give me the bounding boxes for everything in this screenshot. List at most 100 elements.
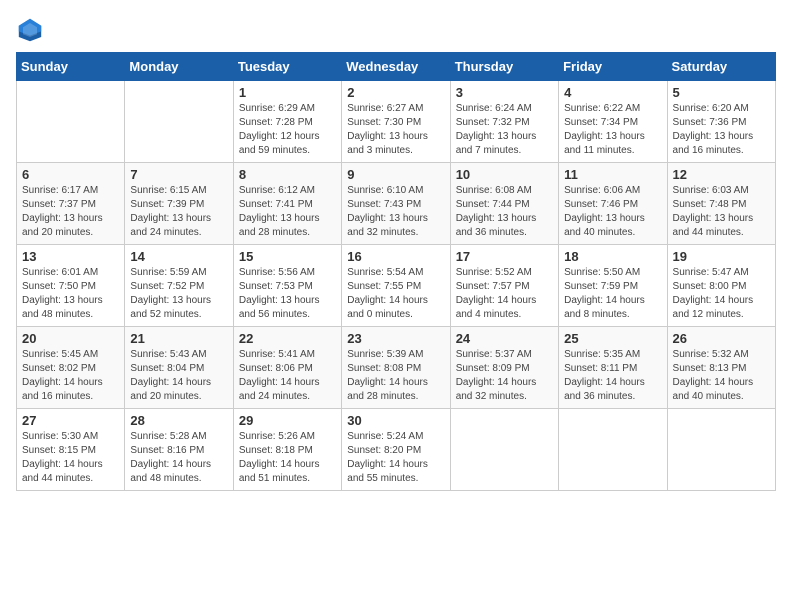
day-number: 25	[564, 331, 661, 346]
day-detail: Sunrise: 5:24 AM Sunset: 8:20 PM Dayligh…	[347, 430, 444, 486]
calendar-cell: 17Sunrise: 5:52 AM Sunset: 7:57 PM Dayli…	[450, 245, 558, 327]
day-header-monday: Monday	[125, 53, 233, 81]
calendar-cell: 23 Sunrise: 5:39 AM Sunset: 8:08 PM Dayli…	[342, 327, 450, 409]
day-number: 7	[130, 167, 227, 182]
day-detail: Sunrise: 6:24 AM Sunset: 7:32 PM Dayligh…	[456, 102, 553, 158]
calendar-cell: 16 Sunrise: 5:54 AM Sunset: 7:55 PM Dayli…	[342, 245, 450, 327]
calendar-cell: 1Sunrise: 6:29 AM Sunset: 7:28 PM Daylig…	[233, 81, 341, 163]
calendar-cell: 4 Sunrise: 6:22 AM Sunset: 7:34 PM Daylig…	[559, 81, 667, 163]
day-detail: Sunrise: 6:27 AM Sunset: 7:30 PM Dayligh…	[347, 102, 444, 158]
calendar-cell: 24 Sunrise: 5:37 AM Sunset: 8:09 PM Dayli…	[450, 327, 558, 409]
calendar-week-2: 6 Sunrise: 6:17 AM Sunset: 7:37 PM Daylig…	[17, 163, 776, 245]
day-detail: Sunrise: 6:08 AM Sunset: 7:44 PM Dayligh…	[456, 184, 553, 240]
day-detail: Sunrise: 5:47 AM Sunset: 8:00 PM Dayligh…	[673, 266, 770, 322]
day-number: 29	[239, 413, 336, 428]
day-detail: Sunrise: 6:01 AM Sunset: 7:50 PM Dayligh…	[22, 266, 119, 322]
calendar-cell: 22 Sunrise: 5:41 AM Sunset: 8:06 PM Dayli…	[233, 327, 341, 409]
day-detail: Sunrise: 5:56 AM Sunset: 7:53 PM Dayligh…	[239, 266, 336, 322]
day-detail: Sunrise: 5:54 AM Sunset: 7:55 PM Dayligh…	[347, 266, 444, 322]
calendar-cell: 2 Sunrise: 6:27 AM Sunset: 7:30 PM Daylig…	[342, 81, 450, 163]
calendar-week-1: 1Sunrise: 6:29 AM Sunset: 7:28 PM Daylig…	[17, 81, 776, 163]
day-number: 22	[239, 331, 336, 346]
day-number: 26	[673, 331, 770, 346]
day-detail: Sunrise: 5:59 AM Sunset: 7:52 PM Dayligh…	[130, 266, 227, 322]
calendar-cell: 25 Sunrise: 5:35 AM Sunset: 8:11 PM Dayli…	[559, 327, 667, 409]
calendar-cell: 15 Sunrise: 5:56 AM Sunset: 7:53 PM Dayli…	[233, 245, 341, 327]
day-number: 10	[456, 167, 553, 182]
day-header-tuesday: Tuesday	[233, 53, 341, 81]
calendar-cell: 30 Sunrise: 5:24 AM Sunset: 8:20 PM Dayli…	[342, 409, 450, 491]
day-detail: Sunrise: 5:41 AM Sunset: 8:06 PM Dayligh…	[239, 348, 336, 404]
calendar-header-row: SundayMondayTuesdayWednesdayThursdayFrid…	[17, 53, 776, 81]
day-number: 1	[239, 85, 336, 100]
day-number: 5	[673, 85, 770, 100]
day-number: 2	[347, 85, 444, 100]
calendar-cell: 10 Sunrise: 6:08 AM Sunset: 7:44 PM Dayli…	[450, 163, 558, 245]
calendar-cell: 5 Sunrise: 6:20 AM Sunset: 7:36 PM Daylig…	[667, 81, 775, 163]
day-number: 21	[130, 331, 227, 346]
calendar-cell: 20 Sunrise: 5:45 AM Sunset: 8:02 PM Dayli…	[17, 327, 125, 409]
day-number: 20	[22, 331, 119, 346]
calendar-cell: 7 Sunrise: 6:15 AM Sunset: 7:39 PM Daylig…	[125, 163, 233, 245]
calendar-cell: 29 Sunrise: 5:26 AM Sunset: 8:18 PM Dayli…	[233, 409, 341, 491]
day-number: 4	[564, 85, 661, 100]
day-number: 15	[239, 249, 336, 264]
calendar-cell: 27 Sunrise: 5:30 AM Sunset: 8:15 PM Dayli…	[17, 409, 125, 491]
calendar-cell: 21Sunrise: 5:43 AM Sunset: 8:04 PM Dayli…	[125, 327, 233, 409]
calendar-cell: 26 Sunrise: 5:32 AM Sunset: 8:13 PM Dayli…	[667, 327, 775, 409]
day-detail: Sunrise: 5:26 AM Sunset: 8:18 PM Dayligh…	[239, 430, 336, 486]
calendar-cell: 11 Sunrise: 6:06 AM Sunset: 7:46 PM Dayli…	[559, 163, 667, 245]
calendar-cell: 9Sunrise: 6:10 AM Sunset: 7:43 PM Daylig…	[342, 163, 450, 245]
day-detail: Sunrise: 5:45 AM Sunset: 8:02 PM Dayligh…	[22, 348, 119, 404]
calendar-cell: 18 Sunrise: 5:50 AM Sunset: 7:59 PM Dayli…	[559, 245, 667, 327]
day-detail: Sunrise: 5:30 AM Sunset: 8:15 PM Dayligh…	[22, 430, 119, 486]
day-number: 19	[673, 249, 770, 264]
page-header	[16, 16, 776, 44]
day-detail: Sunrise: 6:22 AM Sunset: 7:34 PM Dayligh…	[564, 102, 661, 158]
day-number: 24	[456, 331, 553, 346]
logo-icon	[16, 16, 44, 44]
day-detail: Sunrise: 5:32 AM Sunset: 8:13 PM Dayligh…	[673, 348, 770, 404]
calendar-cell: 8Sunrise: 6:12 AM Sunset: 7:41 PM Daylig…	[233, 163, 341, 245]
day-number: 27	[22, 413, 119, 428]
day-number: 14	[130, 249, 227, 264]
calendar-cell	[450, 409, 558, 491]
day-number: 3	[456, 85, 553, 100]
calendar-cell: 14 Sunrise: 5:59 AM Sunset: 7:52 PM Dayli…	[125, 245, 233, 327]
day-header-sunday: Sunday	[17, 53, 125, 81]
calendar-cell	[667, 409, 775, 491]
calendar-week-3: 13 Sunrise: 6:01 AM Sunset: 7:50 PM Dayli…	[17, 245, 776, 327]
calendar-cell	[17, 81, 125, 163]
day-number: 13	[22, 249, 119, 264]
day-detail: Sunrise: 5:35 AM Sunset: 8:11 PM Dayligh…	[564, 348, 661, 404]
calendar-cell: 19 Sunrise: 5:47 AM Sunset: 8:00 PM Dayli…	[667, 245, 775, 327]
day-number: 16	[347, 249, 444, 264]
day-number: 28	[130, 413, 227, 428]
day-header-saturday: Saturday	[667, 53, 775, 81]
day-header-friday: Friday	[559, 53, 667, 81]
day-number: 18	[564, 249, 661, 264]
calendar-week-5: 27 Sunrise: 5:30 AM Sunset: 8:15 PM Dayli…	[17, 409, 776, 491]
day-detail: Sunrise: 6:10 AM Sunset: 7:43 PM Dayligh…	[347, 184, 444, 240]
day-detail: Sunrise: 6:15 AM Sunset: 7:39 PM Dayligh…	[130, 184, 227, 240]
day-detail: Sunrise: 5:50 AM Sunset: 7:59 PM Dayligh…	[564, 266, 661, 322]
day-detail: Sunrise: 6:12 AM Sunset: 7:41 PM Dayligh…	[239, 184, 336, 240]
day-number: 12	[673, 167, 770, 182]
day-detail: Sunrise: 5:39 AM Sunset: 8:08 PM Dayligh…	[347, 348, 444, 404]
day-detail: Sunrise: 6:06 AM Sunset: 7:46 PM Dayligh…	[564, 184, 661, 240]
day-number: 23	[347, 331, 444, 346]
day-detail: Sunrise: 5:52 AM Sunset: 7:57 PM Dayligh…	[456, 266, 553, 322]
calendar-week-4: 20 Sunrise: 5:45 AM Sunset: 8:02 PM Dayli…	[17, 327, 776, 409]
logo	[16, 16, 48, 44]
calendar-cell: 13 Sunrise: 6:01 AM Sunset: 7:50 PM Dayli…	[17, 245, 125, 327]
day-detail: Sunrise: 6:17 AM Sunset: 7:37 PM Dayligh…	[22, 184, 119, 240]
day-header-thursday: Thursday	[450, 53, 558, 81]
calendar-cell: 12Sunrise: 6:03 AM Sunset: 7:48 PM Dayli…	[667, 163, 775, 245]
day-number: 6	[22, 167, 119, 182]
day-number: 30	[347, 413, 444, 428]
calendar-table: SundayMondayTuesdayWednesdayThursdayFrid…	[16, 52, 776, 491]
day-detail: Sunrise: 5:37 AM Sunset: 8:09 PM Dayligh…	[456, 348, 553, 404]
day-number: 11	[564, 167, 661, 182]
day-detail: Sunrise: 5:28 AM Sunset: 8:16 PM Dayligh…	[130, 430, 227, 486]
day-detail: Sunrise: 6:20 AM Sunset: 7:36 PM Dayligh…	[673, 102, 770, 158]
